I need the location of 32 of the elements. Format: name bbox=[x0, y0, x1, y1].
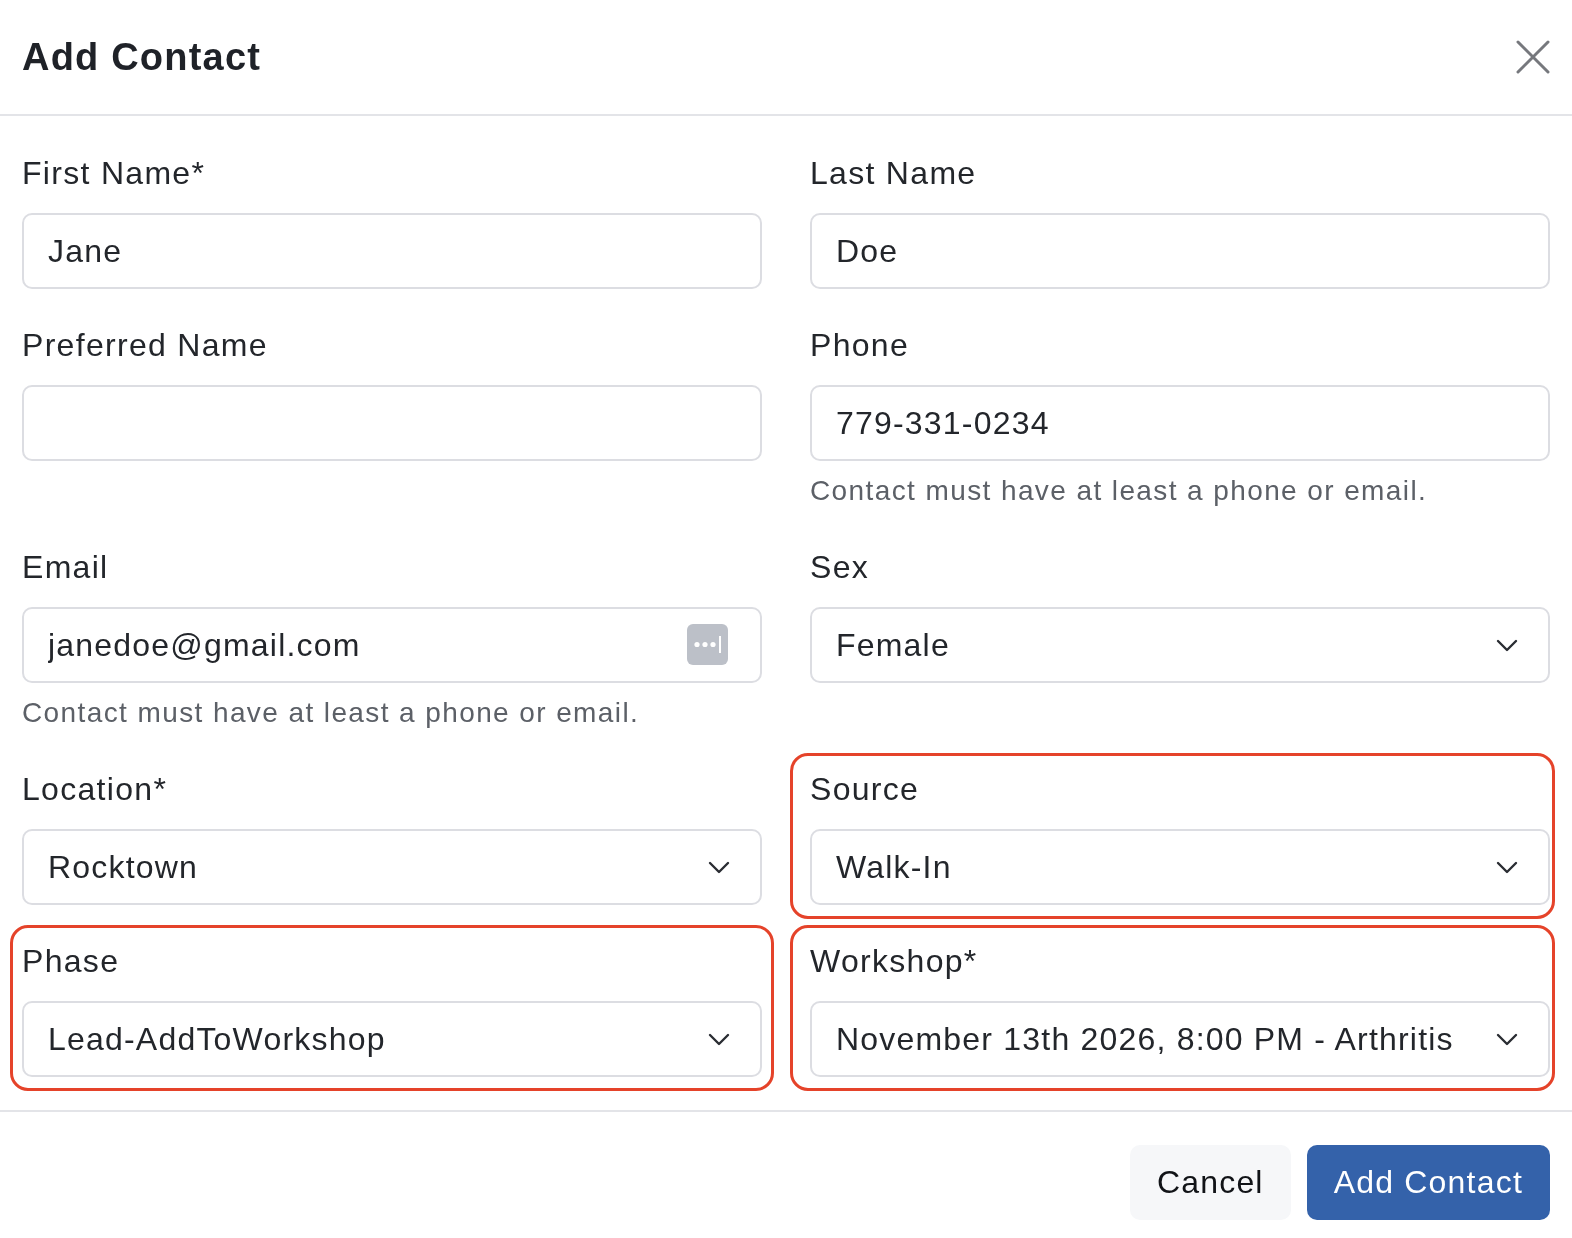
helper-text: Contact must have at least a phone or email. bbox=[810, 474, 1428, 508]
input-field[interactable]: Doe bbox=[810, 213, 1550, 289]
dropdown[interactable]: Walk-In bbox=[810, 829, 1550, 905]
input-field[interactable]: janedoe@gmail.com bbox=[22, 607, 762, 683]
close-icon[interactable] bbox=[1516, 40, 1550, 74]
chevron-down-icon bbox=[708, 1032, 730, 1046]
input-field[interactable]: 779-331-0234 bbox=[810, 385, 1550, 461]
field-label: First Name* bbox=[22, 154, 206, 193]
chevron-down-icon bbox=[1496, 860, 1518, 874]
cancel-button[interactable]: Cancel bbox=[1129, 1145, 1291, 1220]
dropdown[interactable]: Lead-AddToWorkshop bbox=[22, 1001, 762, 1077]
input-field[interactable] bbox=[22, 385, 762, 461]
dropdown[interactable]: November 13th 2026, 8:00 PM - Arthritis bbox=[810, 1001, 1550, 1077]
field-label: Phone bbox=[810, 326, 910, 365]
input-field[interactable]: Jane bbox=[22, 213, 762, 289]
field-label: Preferred Name bbox=[22, 326, 268, 365]
dots-icon[interactable] bbox=[687, 624, 728, 665]
helper-text: Contact must have at least a phone or email. bbox=[22, 696, 640, 730]
chevron-down-icon bbox=[1496, 638, 1518, 652]
dropdown[interactable]: Female bbox=[810, 607, 1550, 683]
field-label: Workshop* bbox=[810, 942, 978, 981]
add-contact-button[interactable]: Add Contact bbox=[1306, 1145, 1550, 1220]
dialog-title: Add Contact bbox=[22, 35, 262, 80]
field-label: Last Name bbox=[810, 154, 977, 193]
field-label: Source bbox=[810, 770, 920, 809]
field-label: Email bbox=[22, 548, 109, 587]
field-label: Phase bbox=[22, 942, 120, 981]
chevron-down-icon bbox=[1496, 1032, 1518, 1046]
field-label: Location* bbox=[22, 770, 168, 809]
field-label: Sex bbox=[810, 548, 870, 587]
dropdown[interactable]: Rocktown bbox=[22, 829, 762, 905]
chevron-down-icon bbox=[708, 860, 730, 874]
